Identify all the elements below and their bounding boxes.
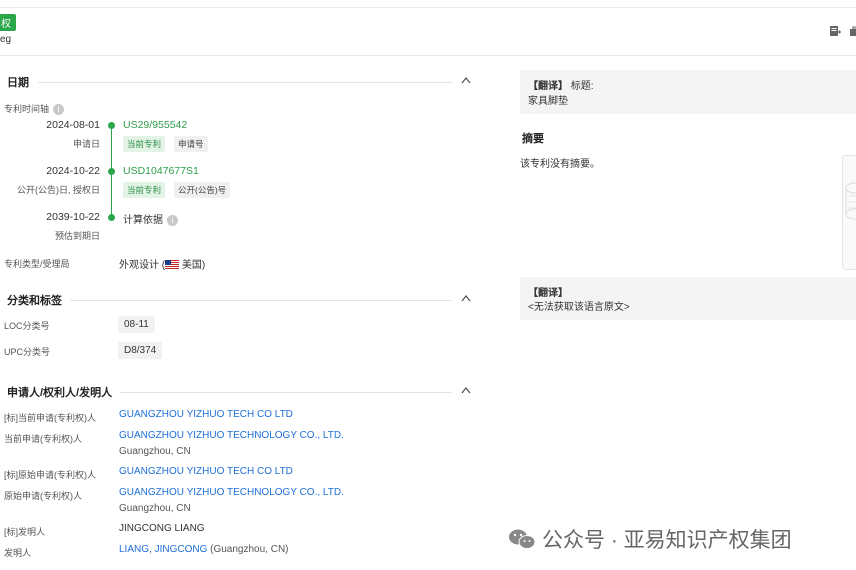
timeline-dot <box>108 214 115 221</box>
applicant-link[interactable]: GUANGZHOU YIZHUO TECHNOLOGY CO., LTD. <box>119 487 344 498</box>
watermark: 公众号 · 亚易知识产权集团 <box>508 524 792 554</box>
translated-title-line: 【翻译】 标题: <box>528 77 594 92</box>
chevron-up-icon[interactable] <box>461 386 471 394</box>
publication-number-chip: 公开(公告)号 <box>174 182 231 198</box>
chevron-up-icon[interactable] <box>461 76 471 84</box>
applicant-label: [标]当前申请(专利权)人 <box>4 413 96 423</box>
patent-type-label: 专利类型/受理局 <box>4 259 70 269</box>
header-text: eg <box>0 34 12 45</box>
applicant-label: 当前申请(专利权)人 <box>4 434 82 444</box>
patent-type-text: 外观设计 ( <box>119 260 166 271</box>
divider <box>70 300 452 301</box>
calculation-basis: 计算依据 i <box>123 211 178 226</box>
divider <box>38 82 452 83</box>
chevron-up-icon[interactable] <box>461 294 471 302</box>
top-divider <box>0 7 856 8</box>
publication-number-link[interactable]: USD1047677S1 <box>123 165 199 177</box>
application-number-chip: 申请号 <box>174 136 208 152</box>
section-header-dates: 日期 <box>0 74 476 90</box>
applicant-link[interactable]: GUANGZHOU YIZHUO TECHNOLOGY CO., LTD. <box>119 430 344 441</box>
upc-label: UPC分类号 <box>4 347 51 357</box>
upc-code[interactable]: D8/374 <box>118 342 163 359</box>
inventor-entry: LIANG, JINGCONG (Guangzhou, CN) <box>119 544 289 555</box>
current-patent-chip: 当前专利 <box>123 182 166 198</box>
watermark-text: 公众号 · 亚易知识产权集团 <box>542 529 792 552</box>
inventor-label: 发明人 <box>4 548 32 558</box>
abstract-text: 该专利没有摘要。 <box>520 159 600 170</box>
current-patent-chip: 当前专利 <box>123 136 166 152</box>
applicant-link[interactable]: GUANGZHOU YIZHUO TECH CO LTD <box>119 466 293 477</box>
applicant-location: Guangzhou, CN <box>119 446 191 457</box>
briefcase-icon[interactable] <box>849 25 856 37</box>
timeline-label: 专利时间轴 i <box>4 102 65 116</box>
section-header-classification: 分类和标签 <box>0 292 476 308</box>
translated-title-value: 家具脚垫 <box>528 96 568 107</box>
status-badge: 权 <box>0 14 16 31</box>
translated-abstract-box: 【翻译】 <无法获取该语言原文> <box>520 277 856 320</box>
divider <box>120 392 452 393</box>
drawing-preview-icon <box>845 182 856 220</box>
loc-code[interactable]: 08-11 <box>118 316 155 333</box>
timeline-date: 2039-10-22 <box>46 211 100 223</box>
applicant-label: [标]原始申请(专利权)人 <box>4 470 96 480</box>
inventor-location: (Guangzhou, CN) <box>207 544 289 555</box>
patent-drawing-thumbnail[interactable] <box>842 155 856 270</box>
loc-label: LOC分类号 <box>4 321 50 331</box>
applicant-link[interactable]: GUANGZHOU YIZHUO TECH CO LTD <box>119 409 293 420</box>
applicant-location: Guangzhou, CN <box>119 503 191 514</box>
timeline-date: 2024-10-22 <box>46 165 100 177</box>
section-title: 申请人/权利人/发明人 <box>7 387 113 399</box>
inventor-name: JINGCONG LIANG <box>119 523 205 534</box>
timeline-dot <box>108 168 115 175</box>
applicant-label: 原始申请(专利权)人 <box>4 491 82 501</box>
section-title: 分类和标签 <box>7 295 62 307</box>
timeline-date: 2024-08-01 <box>46 119 100 131</box>
timeline-label-text: 专利时间轴 <box>4 104 50 114</box>
info-icon[interactable]: i <box>167 214 178 226</box>
abstract-heading: 摘要 <box>522 133 544 145</box>
translated-title-box: 【翻译】 标题: 家具脚垫 <box>520 70 856 114</box>
inventor-link[interactable]: LIANG, JINGCONG <box>119 544 207 555</box>
application-number-link[interactable]: US29/955542 <box>123 119 187 131</box>
calculation-basis-text: 计算依据 <box>123 215 163 226</box>
translate-tag: 【翻译】 <box>528 288 568 299</box>
timeline-date-type: 预估到期日 <box>54 231 100 241</box>
timeline-date-type: 申请日 <box>72 139 100 149</box>
title-label: 标题: <box>570 81 594 92</box>
section-title: 日期 <box>7 77 29 89</box>
translated-abstract-text: <无法获取该语言原文> <box>528 302 630 313</box>
timeline-date-type: 公开(公告)日, 授权日 <box>17 185 100 195</box>
inventor-label: [标]发明人 <box>4 527 46 537</box>
us-flag-icon <box>165 260 180 269</box>
info-icon[interactable]: i <box>53 104 65 116</box>
wechat-icon <box>509 529 536 549</box>
top-bar: 权 eg <box>0 0 856 56</box>
translate-tag: 【翻译】 <box>528 81 568 92</box>
patent-type-value: 外观设计 ( 美国) <box>119 256 205 271</box>
timeline-dot <box>108 122 115 129</box>
export-icon[interactable] <box>829 25 841 37</box>
patent-office-text: 美国) <box>179 260 206 271</box>
section-header-applicants: 申请人/权利人/发明人 <box>0 384 476 400</box>
